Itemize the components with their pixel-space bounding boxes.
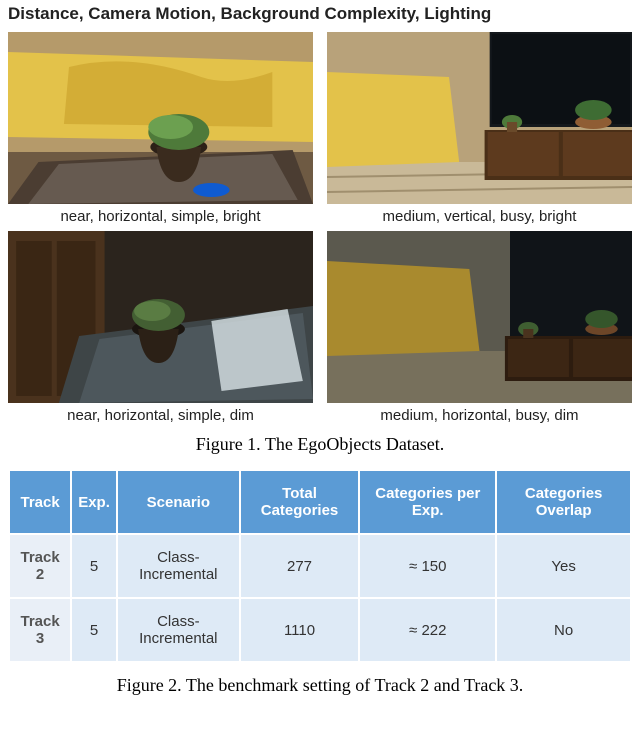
grid-cell: medium, horizontal, busy, dim [327, 231, 632, 424]
figure1-caption: Figure 1. The EgoObjects Dataset. [8, 434, 632, 455]
cell-total: 277 [240, 534, 359, 598]
image-grid: near, horizontal, simple, bright [8, 32, 632, 424]
col-header: Categories Overlap [496, 470, 631, 534]
grid-cell: near, horizontal, simple, bright [8, 32, 313, 225]
cell-per: ≈ 150 [359, 534, 496, 598]
sample-caption: near, horizontal, simple, dim [67, 407, 254, 424]
cell-scenario: Class-Incremental [117, 534, 240, 598]
sample-image [8, 231, 313, 403]
sample-image [327, 231, 632, 403]
figure2-caption: Figure 2. The benchmark setting of Track… [8, 675, 632, 697]
sample-caption: medium, horizontal, busy, dim [380, 407, 578, 424]
sample-caption: medium, vertical, busy, bright [383, 208, 577, 225]
cell-exp: 5 [71, 534, 117, 598]
attributes-header: Distance, Camera Motion, Background Comp… [8, 4, 632, 24]
col-header: Track [9, 470, 71, 534]
sample-image [327, 32, 632, 204]
grid-cell: medium, vertical, busy, bright [327, 32, 632, 225]
col-header: Categories per Exp. [359, 470, 496, 534]
table-header-row: Track Exp. Scenario Total Categories Cat… [9, 470, 631, 534]
col-header: Exp. [71, 470, 117, 534]
cell-per: ≈ 222 [359, 598, 496, 662]
cell-exp: 5 [71, 598, 117, 662]
col-header: Scenario [117, 470, 240, 534]
cell-total: 1110 [240, 598, 359, 662]
cell-track: Track 2 [9, 534, 71, 598]
col-header: Total Categories [240, 470, 359, 534]
benchmark-table: Track Exp. Scenario Total Categories Cat… [8, 469, 632, 663]
table-row: Track 2 5 Class-Incremental 277 ≈ 150 Ye… [9, 534, 631, 598]
cell-overlap: Yes [496, 534, 631, 598]
cell-track: Track 3 [9, 598, 71, 662]
table-row: Track 3 5 Class-Incremental 1110 ≈ 222 N… [9, 598, 631, 662]
grid-cell: near, horizontal, simple, dim [8, 231, 313, 424]
sample-image [8, 32, 313, 204]
cell-scenario: Class-Incremental [117, 598, 240, 662]
sample-caption: near, horizontal, simple, bright [60, 208, 260, 225]
cell-overlap: No [496, 598, 631, 662]
